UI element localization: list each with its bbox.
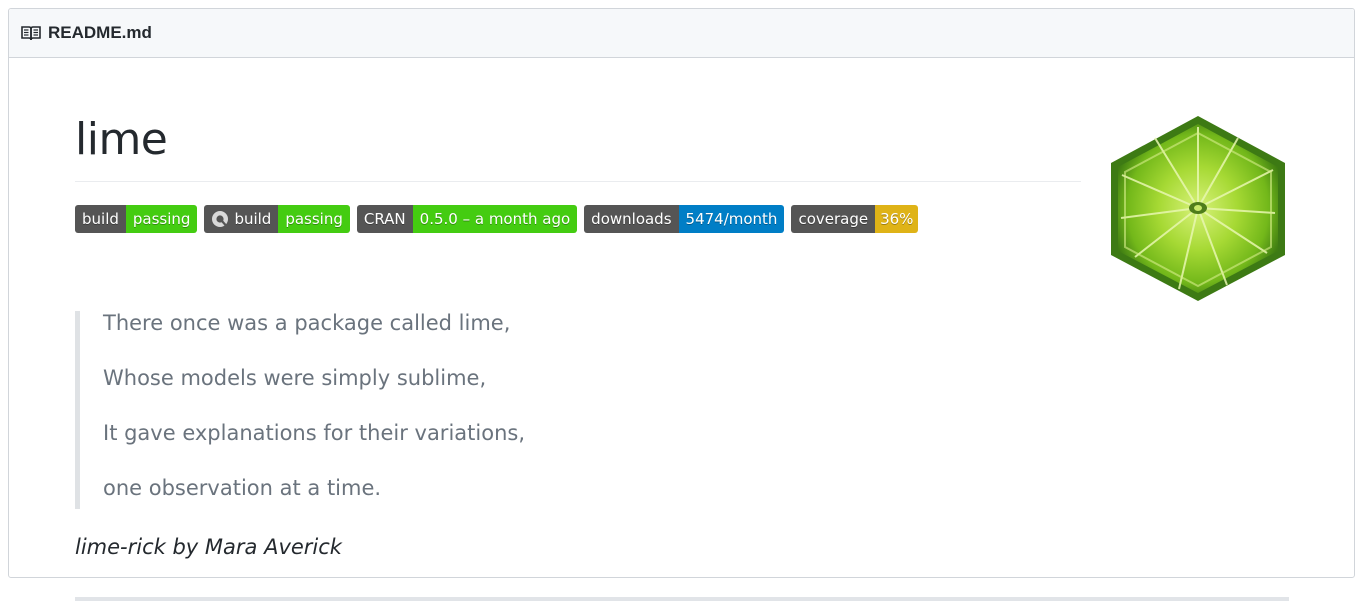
badge-value: 36% [875, 205, 919, 233]
badge-value: passing [278, 205, 350, 233]
badge-label: coverage [791, 205, 876, 233]
title-divider [75, 181, 1081, 182]
badge-value: passing [125, 205, 198, 233]
quote-line: one observation at a time. [103, 476, 382, 500]
badge-label: build [75, 205, 126, 233]
readme-container: README.md lime build passing build passi… [8, 8, 1355, 601]
build-badge-appveyor[interactable]: build passing [204, 205, 350, 233]
limerick-blockquote: There once was a package called lime, Wh… [75, 311, 975, 509]
badge-row: build passing build passing CRAN 0.5.0 –… [75, 205, 919, 233]
downloads-badge[interactable]: downloads 5474/month [584, 205, 785, 233]
appveyor-icon [212, 211, 229, 227]
lime-logo [1107, 113, 1289, 303]
readme-filename[interactable]: README.md [48, 23, 152, 43]
quote-line: There once was a package called lime, [103, 311, 511, 335]
quote-line: Whose models were simply sublime, [103, 366, 487, 390]
cran-badge[interactable]: CRAN 0.5.0 – a month ago [356, 205, 578, 233]
coverage-badge[interactable]: coverage 36% [791, 205, 919, 233]
limerick-credit: lime-rick by Mara Averick [75, 535, 342, 559]
build-badge-travis[interactable]: build passing [75, 205, 198, 233]
quote-line: It gave explanations for their variation… [103, 421, 525, 445]
book-icon [21, 25, 41, 41]
badge-value: 5474/month [678, 205, 785, 233]
badge-label: build [234, 210, 272, 228]
page-title: lime [75, 114, 168, 165]
section-divider [75, 597, 1289, 601]
readme-file-header: README.md [9, 9, 1354, 58]
badge-value: 0.5.0 – a month ago [412, 205, 578, 233]
badge-label: downloads [584, 205, 679, 233]
badge-label-wrap: build [204, 205, 279, 233]
badge-label: CRAN [356, 205, 413, 233]
